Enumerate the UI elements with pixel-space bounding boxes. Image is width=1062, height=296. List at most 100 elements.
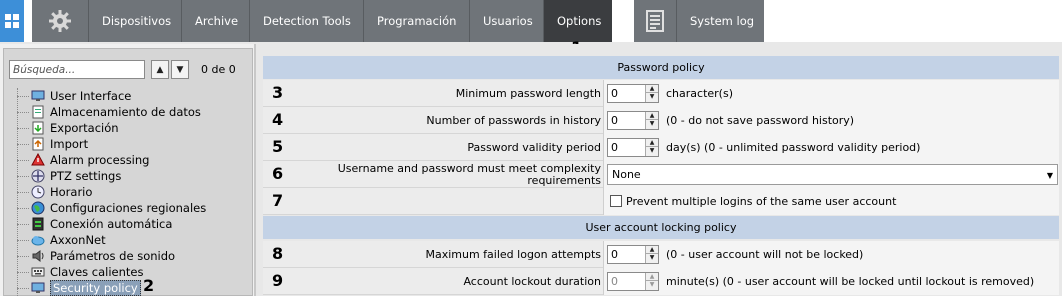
system-log-icon-button[interactable] bbox=[634, 0, 677, 42]
spinner-value: 0 bbox=[611, 87, 618, 100]
settings-button[interactable] bbox=[32, 0, 89, 42]
lockout-duration-spinner[interactable]: 0 ▲ ▼ bbox=[607, 272, 659, 291]
decrement-button[interactable]: ▼ bbox=[646, 93, 658, 101]
row-label-line1: Username and password must meet complexi… bbox=[337, 161, 601, 175]
increment-button[interactable]: ▲ bbox=[646, 273, 658, 281]
tab-detection-tools[interactable]: Detection Tools bbox=[250, 0, 364, 42]
tab-dispositivos[interactable]: Dispositivos bbox=[89, 0, 182, 42]
tab-usuarios[interactable]: Usuarios bbox=[470, 0, 544, 42]
row-label: Password validity period bbox=[467, 141, 601, 154]
windows-menu-button[interactable] bbox=[0, 0, 24, 42]
row-number: 4 bbox=[272, 110, 284, 129]
log-document-icon bbox=[646, 10, 664, 32]
password-history-row: 4 Number of passwords in history 0 ▲ ▼ (0… bbox=[263, 107, 1059, 134]
tab-label: Archive bbox=[195, 14, 239, 28]
complexity-dropdown[interactable]: None ▼ bbox=[607, 164, 1058, 185]
tree-item-alarm-processing[interactable]: Alarm processing bbox=[17, 152, 149, 168]
chevron-down-icon: ▼ bbox=[1046, 171, 1053, 180]
cloud-icon bbox=[31, 233, 45, 247]
unit-text: (0 - user account will not be locked) bbox=[666, 248, 864, 261]
tree-item-exportacion[interactable]: Exportación bbox=[17, 120, 119, 136]
alarm-icon bbox=[31, 153, 45, 167]
search-input[interactable] bbox=[9, 60, 145, 79]
tree-item-import[interactable]: Import bbox=[17, 136, 88, 152]
settings-tree: User Interface Almacenamiento de datos E… bbox=[3, 88, 253, 296]
spinner-value: 0 bbox=[611, 141, 618, 154]
unit-text: minute(s) (0 - user account will be lock… bbox=[666, 275, 1035, 288]
min-password-length-spinner[interactable]: 0 ▲ ▼ bbox=[607, 84, 659, 103]
multiple-logins-row: 7 Prevent multiple logins of the same us… bbox=[263, 188, 1059, 215]
tree-item-parametros-sonido[interactable]: Parámetros de sonido bbox=[17, 248, 175, 264]
tree-item-user-interface[interactable]: User Interface bbox=[17, 88, 131, 104]
decrement-button[interactable]: ▼ bbox=[646, 281, 658, 289]
tree-item-axxonnet[interactable]: AxxonNet bbox=[17, 232, 106, 248]
failed-attempts-spinner[interactable]: 0 ▲ ▼ bbox=[607, 245, 659, 264]
tree-item-label: AxxonNet bbox=[50, 233, 106, 247]
tab-label: Options bbox=[557, 14, 602, 28]
previous-result-button[interactable]: ▲ bbox=[151, 60, 169, 79]
tree-item-ptz-settings[interactable]: PTZ settings bbox=[17, 168, 121, 184]
spinner-value: 0 bbox=[611, 275, 618, 288]
tab-system-log[interactable]: System log bbox=[677, 0, 764, 42]
password-history-spinner[interactable]: 0 ▲ ▼ bbox=[607, 111, 659, 130]
tree-item-label: Exportación bbox=[50, 121, 119, 135]
dropdown-value: None bbox=[612, 168, 641, 181]
tab-archive[interactable]: Archive bbox=[182, 0, 250, 42]
tree-item-label: PTZ settings bbox=[50, 169, 122, 183]
complexity-row: 6 Username and password must meet comple… bbox=[263, 161, 1059, 188]
increment-button[interactable]: ▲ bbox=[646, 112, 658, 120]
tab-options[interactable]: Options bbox=[544, 0, 612, 42]
decrement-button[interactable]: ▼ bbox=[646, 254, 658, 262]
row-label-line2: requirements bbox=[527, 173, 601, 187]
tree-item-horario[interactable]: Horario bbox=[17, 184, 92, 200]
tab-programacion[interactable]: Programación bbox=[364, 0, 470, 42]
failed-attempts-row: 8 Maximum failed logon attempts 0 ▲ ▼ (0 … bbox=[263, 241, 1059, 268]
security-icon bbox=[31, 281, 45, 295]
tree-item-security-policy[interactable]: Security policy bbox=[17, 280, 141, 296]
decrement-button[interactable]: ▼ bbox=[646, 120, 658, 128]
tree-item-label: Conexión automática bbox=[50, 217, 173, 231]
row-label: Maximum failed logon attempts bbox=[425, 248, 601, 261]
increment-button[interactable]: ▲ bbox=[646, 246, 658, 254]
tree-item-conexion-automatica[interactable]: Conexión automática bbox=[17, 216, 172, 232]
keyboard-icon bbox=[31, 265, 45, 279]
password-policy-header: Password policy bbox=[263, 56, 1059, 79]
callout-2: 2 bbox=[143, 276, 155, 295]
tree-item-claves-calientes[interactable]: Claves calientes bbox=[17, 264, 144, 280]
row-label: Account lockout duration bbox=[463, 275, 601, 288]
unit-text: character(s) bbox=[666, 87, 733, 100]
min-password-length-row: 3 Minimum password length 0 ▲ ▼ character… bbox=[263, 80, 1059, 107]
tree-item-label: Parámetros de sonido bbox=[50, 249, 176, 263]
locking-policy-header: User account locking policy bbox=[263, 216, 1059, 239]
export-icon bbox=[31, 121, 45, 135]
import-icon bbox=[31, 137, 45, 151]
spinner-value: 0 bbox=[611, 248, 618, 261]
increment-button[interactable]: ▲ bbox=[646, 139, 658, 147]
password-validity-spinner[interactable]: 0 ▲ ▼ bbox=[607, 138, 659, 157]
tree-item-label: Import bbox=[50, 137, 89, 151]
tab-label: System log bbox=[690, 14, 755, 28]
row-number: 3 bbox=[272, 83, 284, 102]
unit-text: (0 - do not save password history) bbox=[666, 114, 855, 127]
tree-item-almacenamiento[interactable]: Almacenamiento de datos bbox=[17, 104, 201, 120]
document-icon bbox=[31, 105, 45, 119]
row-number: 7 bbox=[272, 191, 284, 210]
tree-item-label: Security policy bbox=[50, 280, 141, 296]
clock-icon bbox=[31, 185, 45, 199]
row-number: 9 bbox=[272, 271, 284, 290]
tree-item-label: Configuraciones regionales bbox=[50, 201, 207, 215]
gear-icon bbox=[49, 10, 71, 32]
tree-item-label: Claves calientes bbox=[50, 265, 144, 279]
tree-item-configuraciones-regionales[interactable]: Configuraciones regionales bbox=[17, 200, 206, 216]
row-label: Minimum password length bbox=[455, 87, 601, 100]
security-policy-panel: Password policy 3 Minimum password lengt… bbox=[260, 44, 1062, 296]
row-label: Number of passwords in history bbox=[426, 114, 601, 127]
decrement-button[interactable]: ▼ bbox=[646, 147, 658, 155]
windows-icon bbox=[5, 14, 19, 28]
tab-label: Programación bbox=[377, 14, 457, 28]
next-result-button[interactable]: ▼ bbox=[171, 60, 189, 79]
increment-button[interactable]: ▲ bbox=[646, 85, 658, 93]
prevent-multiple-logins-checkbox[interactable] bbox=[610, 195, 622, 207]
unit-text: day(s) (0 - unlimited password validity … bbox=[666, 141, 921, 154]
ptz-icon bbox=[31, 169, 45, 183]
